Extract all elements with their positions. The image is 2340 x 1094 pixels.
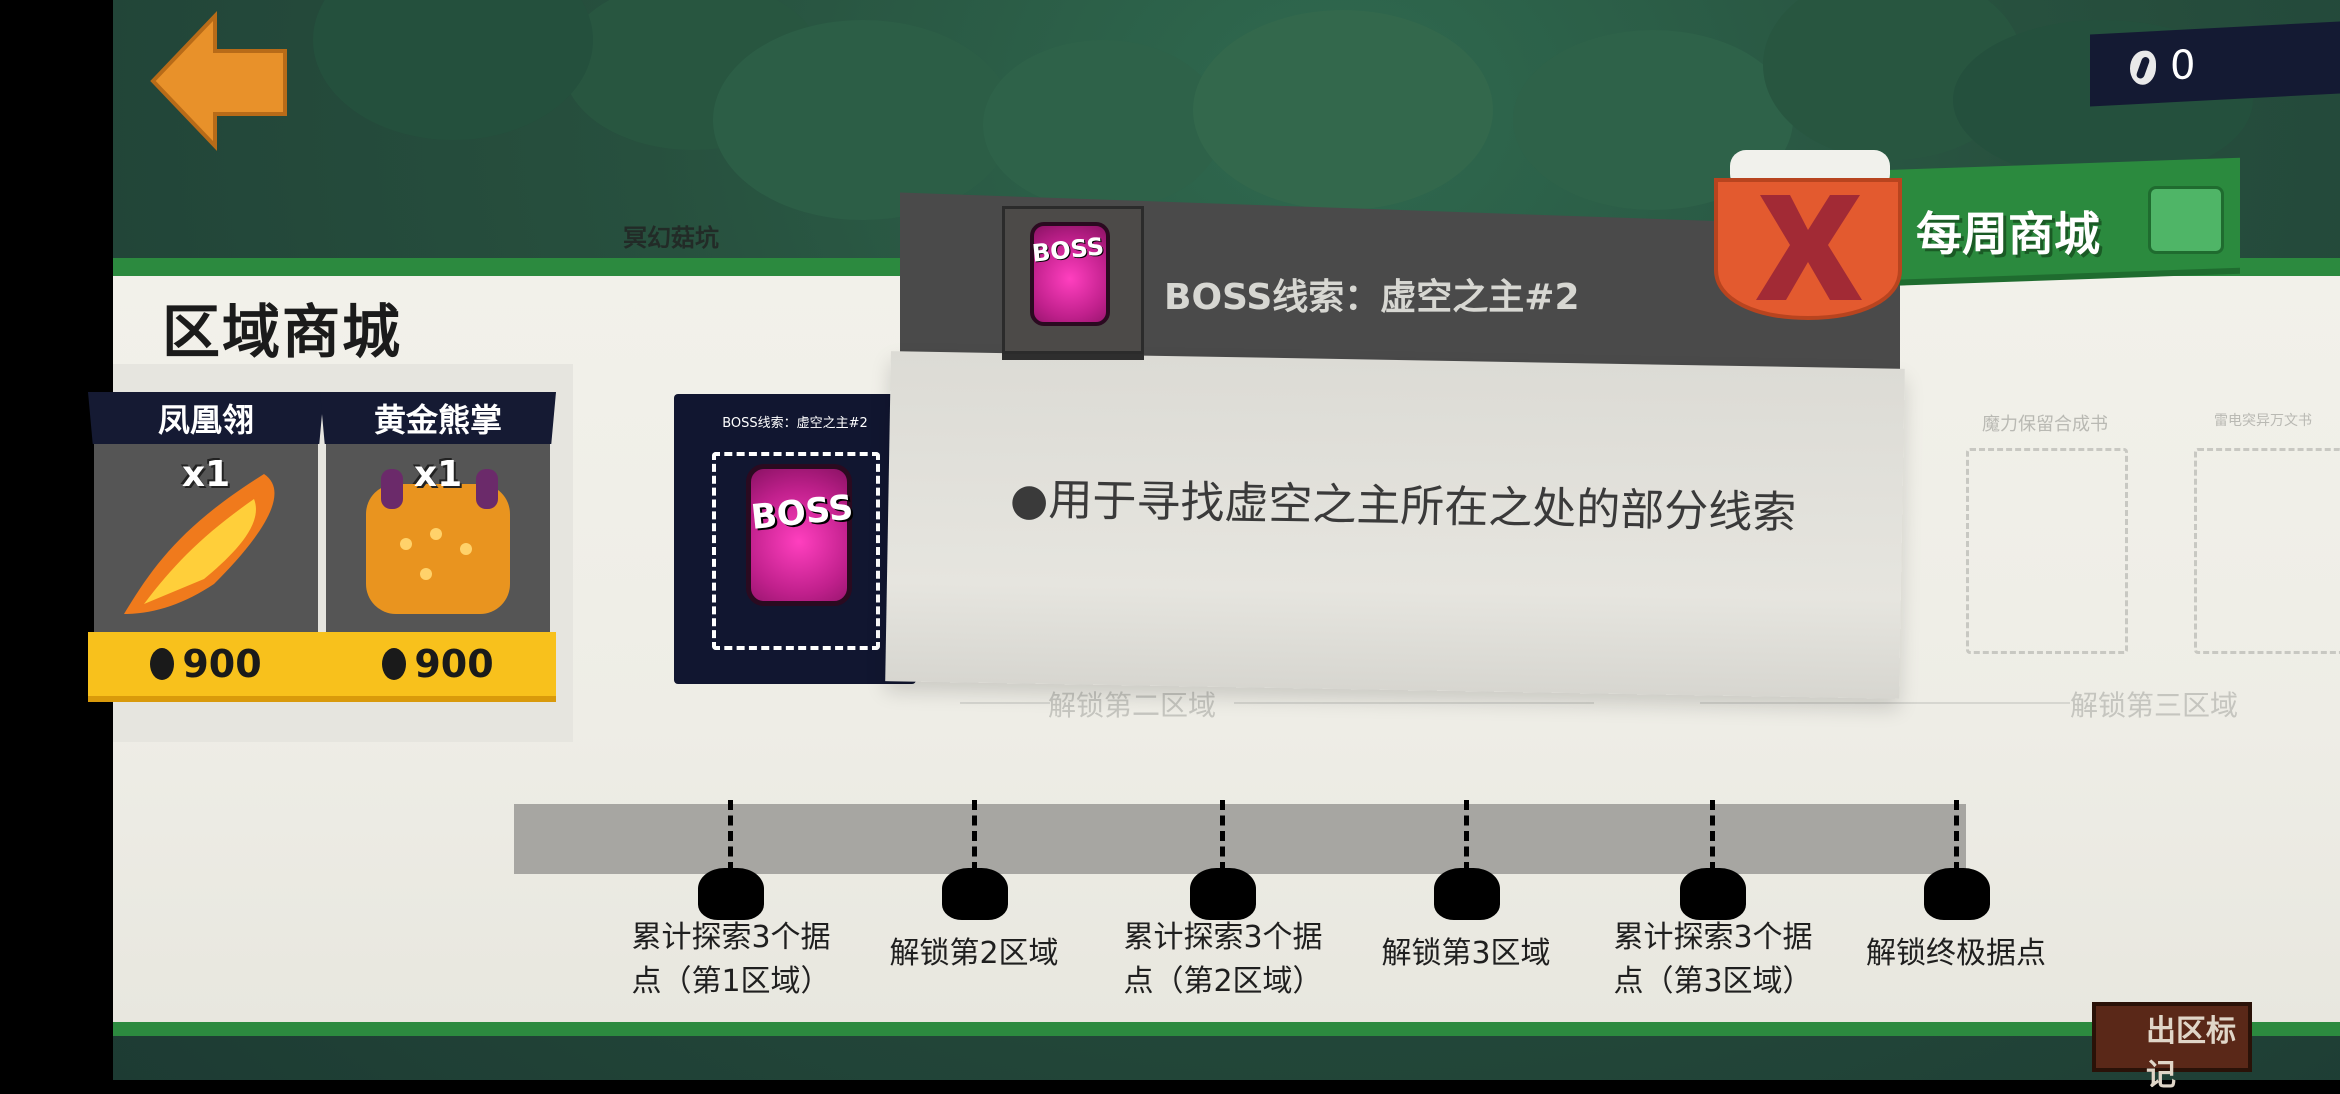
tooltip-description: ●用于寻找虚空之主所在之处的部分线索 — [1009, 474, 1797, 539]
milestone-icon — [942, 868, 1008, 920]
background-bush — [313, 0, 593, 140]
milestone-label: 解锁第2区域 — [889, 936, 1059, 971]
locked-item-name: 魔力保留合成书 — [1982, 414, 2108, 435]
close-icon[interactable] — [1710, 150, 1906, 320]
background-bush — [983, 40, 1223, 210]
locked-item-slot — [1966, 448, 2128, 654]
item-price: 900 — [182, 642, 262, 686]
tooltip-title: BOSS线索：虚空之主#2 — [1164, 277, 1580, 318]
boss-card-title: BOSS线索：虚空之主#2 — [722, 416, 868, 431]
bottom-tag-button[interactable]: 出区标记 — [2092, 1002, 2252, 1093]
item-price-button[interactable]: 900 — [88, 632, 324, 702]
milestone-icon — [698, 868, 764, 920]
item-name: 黄金熊掌 — [320, 392, 556, 444]
item-price-button[interactable]: 900 — [320, 632, 556, 702]
coin-icon — [150, 648, 175, 680]
unlock-requirement: 解锁第三区域 — [2070, 689, 2239, 722]
milestone-icon — [1680, 868, 1746, 920]
milestone-label: 解锁终极据点 — [1866, 936, 2046, 971]
shop-item-card[interactable]: 黄金熊掌 x1 900 — [320, 392, 556, 702]
boss-icon-text: BOSS — [749, 487, 856, 538]
tab-weekly-shop-label: 每周商城 — [1916, 207, 2100, 261]
divider — [1234, 702, 1594, 704]
shop-item-card[interactable]: 凤凰翎 x1 900 — [88, 392, 324, 702]
milestone-label: 累计探索3个据点（第1区域） — [631, 920, 831, 999]
currency-amount: 0 — [2170, 42, 2196, 90]
boss-clue-icon: BOSS — [746, 464, 856, 606]
coin-icon — [2130, 50, 2156, 86]
item-quantity: x1 — [181, 454, 231, 495]
locked-item-slot — [2194, 448, 2340, 654]
item-price: 900 — [414, 642, 494, 686]
divider — [1700, 702, 2070, 704]
item-quantity: x1 — [413, 454, 463, 495]
locked-item-name: 雷电突异万文书 — [2214, 413, 2312, 429]
map-location-label: 冥幻菇坑 — [623, 224, 719, 252]
milestone-label: 解锁第3区域 — [1381, 936, 1551, 971]
coin-icon — [382, 648, 407, 680]
milestone-icon — [1190, 868, 1256, 920]
milestone-label: 累计探索3个据点（第3区域） — [1613, 920, 1813, 999]
milestone-icon — [1924, 868, 1990, 920]
back-arrow-icon[interactable] — [145, 6, 295, 156]
page-title: 区域商城 — [162, 298, 403, 366]
unlock-requirement: 解锁第二区域 — [1048, 689, 1217, 722]
boss-clue-card[interactable]: BOSS线索：虚空之主#2 BOSS — [674, 394, 916, 684]
background-bush — [713, 20, 1013, 220]
milestone-icon — [1434, 868, 1500, 920]
currency-display: 0 — [2090, 21, 2340, 107]
background-bush — [1193, 10, 1493, 210]
shop-monster-icon — [2148, 186, 2224, 254]
item-name: 凤凰翎 — [88, 392, 324, 444]
divider — [960, 702, 1050, 704]
milestone-label: 累计探索3个据点（第2区域） — [1123, 920, 1323, 999]
